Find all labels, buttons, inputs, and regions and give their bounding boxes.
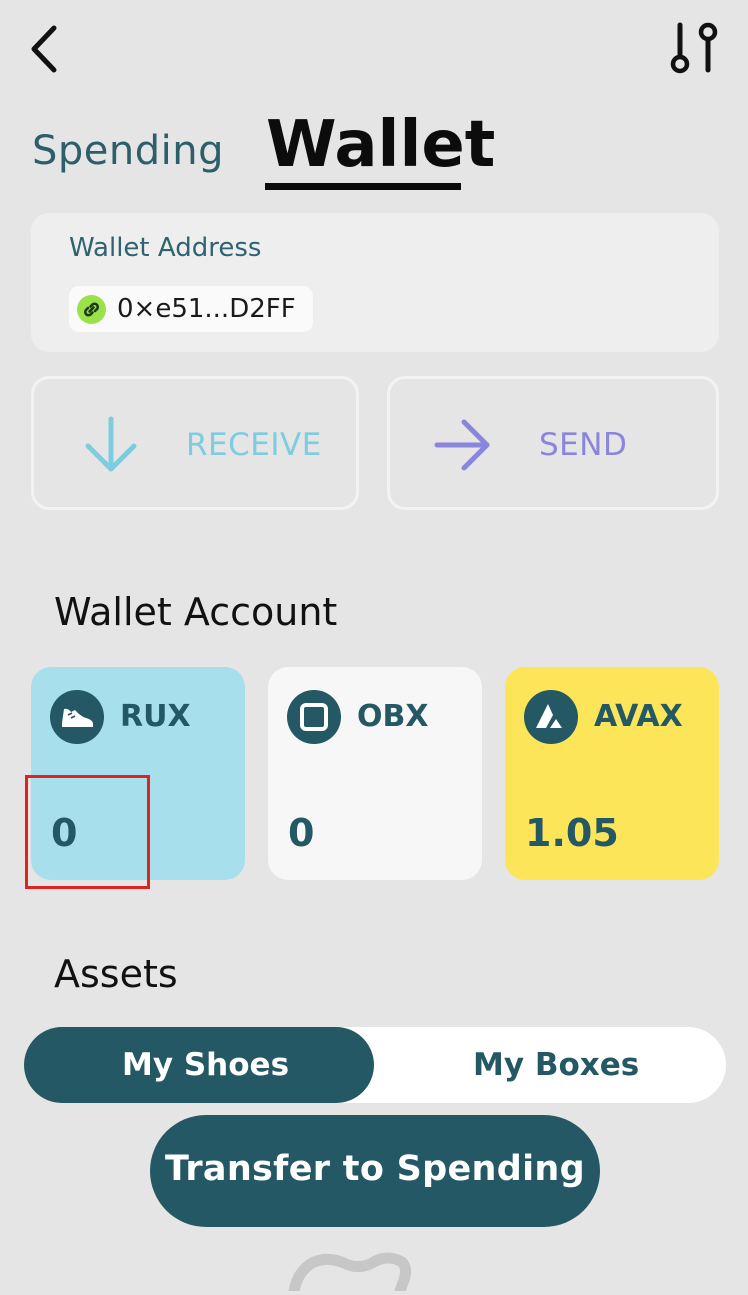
back-button[interactable]: [26, 22, 66, 76]
square-icon: [287, 690, 341, 744]
wallet-address-value: 0×e51...D2FF: [117, 294, 296, 324]
send-button[interactable]: SEND: [387, 376, 719, 510]
wallet-account-title: Wallet Account: [54, 590, 338, 634]
active-tab-indicator: [265, 183, 461, 190]
token-name: AVAX: [594, 699, 683, 734]
send-label: SEND: [539, 427, 628, 463]
arrow-down-icon: [85, 416, 137, 472]
segment-my-boxes[interactable]: My Boxes: [473, 1047, 639, 1083]
settings-button[interactable]: [664, 22, 722, 76]
assets-segmented-control: My Shoes My Boxes: [24, 1027, 726, 1103]
segment-my-shoes-label[interactable]: My Shoes: [122, 1047, 289, 1083]
token-card-avax[interactable]: AVAX 1.05: [505, 667, 719, 880]
link-icon: [77, 295, 106, 324]
highlight-box: [25, 775, 150, 889]
shoe-illustration: [286, 1250, 416, 1295]
transfer-to-spending-button[interactable]: Transfer to Spending: [150, 1115, 600, 1227]
receive-button[interactable]: RECEIVE: [31, 376, 359, 510]
wallet-address-chip[interactable]: 0×e51...D2FF: [69, 286, 313, 332]
assets-title: Assets: [54, 952, 178, 996]
avax-icon: [524, 690, 578, 744]
chevron-left-icon: [31, 25, 57, 73]
wallet-address-label: Wallet Address: [69, 233, 262, 263]
shoe-icon: [50, 690, 104, 744]
token-name: RUX: [120, 699, 191, 734]
tab-spending[interactable]: Spending: [32, 128, 224, 174]
receive-label: RECEIVE: [186, 427, 322, 463]
sliders-icon: [670, 22, 718, 74]
token-balance: 0: [288, 811, 315, 855]
tab-wallet[interactable]: Wallet: [266, 108, 495, 182]
token-card-obx[interactable]: OBX 0: [268, 667, 482, 880]
transfer-button-label: Transfer to Spending: [165, 1149, 585, 1189]
token-name: OBX: [357, 699, 429, 734]
arrow-right-icon: [434, 419, 490, 471]
wallet-address-card: Wallet Address 0×e51...D2FF: [31, 213, 719, 352]
token-balance: 1.05: [525, 811, 619, 855]
